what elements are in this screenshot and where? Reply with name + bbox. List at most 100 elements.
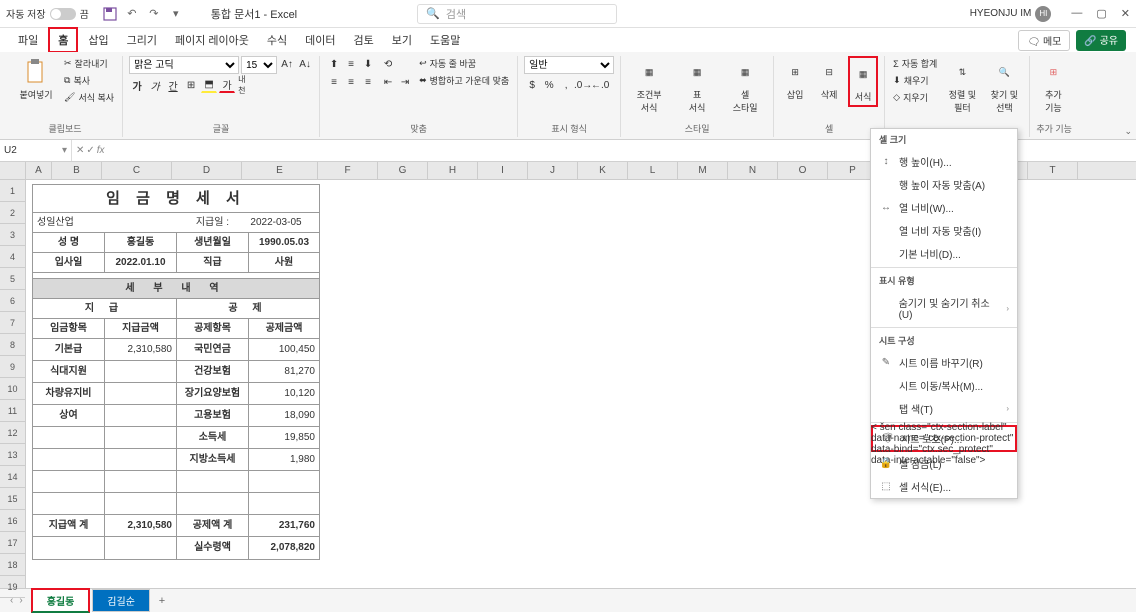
insert-cells-button[interactable]: ⊞삽입 [780, 56, 810, 103]
maximize-icon[interactable]: ▢ [1096, 7, 1106, 20]
align-bottom-icon[interactable]: ⬇ [360, 56, 376, 72]
row-header-13[interactable]: 13 [0, 444, 25, 466]
font-name-select[interactable]: 맑은 고딕 [129, 56, 239, 74]
orientation-icon[interactable]: ⟲ [380, 56, 396, 72]
col-header-I[interactable]: I [478, 162, 528, 179]
autosave-toggle[interactable]: 자동 저장 끔 [6, 6, 89, 21]
number-format-select[interactable]: 일반 [524, 56, 614, 74]
col-header-F[interactable]: F [318, 162, 378, 179]
col-header-C[interactable]: C [102, 162, 172, 179]
copy-button[interactable]: ⧉복사 [62, 73, 116, 88]
clear-button[interactable]: ◇지우기 [891, 90, 939, 105]
italic-button[interactable]: 가 [147, 77, 163, 93]
row-header-1[interactable]: 1 [0, 180, 25, 202]
percent-icon[interactable]: % [541, 77, 557, 93]
table-format-button[interactable]: ▦표 서식 [675, 56, 719, 116]
fx-icon[interactable]: fx [97, 145, 105, 156]
minimize-icon[interactable]: — [1071, 7, 1082, 20]
tab-data[interactable]: 데이터 [297, 29, 343, 51]
col-header-G[interactable]: G [378, 162, 428, 179]
conditional-format-button[interactable]: ▦조건부 서식 [627, 56, 671, 116]
col-header-H[interactable]: H [428, 162, 478, 179]
row-header-18[interactable]: 18 [0, 554, 25, 576]
format-painter-button[interactable]: 🖌서식 복사 [62, 90, 116, 105]
ctx-autofit-row[interactable]: 행 높이 자동 맞춤(A) [871, 173, 1017, 196]
row-header-9[interactable]: 9 [0, 356, 25, 378]
col-header-N[interactable]: N [728, 162, 778, 179]
redo-icon[interactable]: ↷ [145, 5, 163, 23]
align-top-icon[interactable]: ⬆ [326, 56, 342, 72]
col-header-B[interactable]: B [52, 162, 102, 179]
undo-icon[interactable]: ↶ [123, 5, 141, 23]
sort-filter-button[interactable]: ⇅정렬 및 필터 [943, 56, 981, 116]
find-select-button[interactable]: 🔍찾기 및 선택 [985, 56, 1023, 116]
comments-button[interactable]: 🗨 메모 [1018, 30, 1070, 51]
ctx-row-height[interactable]: ↕행 높이(H)... [871, 150, 1017, 173]
row-header-16[interactable]: 16 [0, 510, 25, 532]
col-header-E[interactable]: E [242, 162, 318, 179]
col-header-K[interactable]: K [578, 162, 628, 179]
align-left-icon[interactable]: ≡ [326, 74, 342, 90]
cell-styles-button[interactable]: ▦셀 스타일 [723, 56, 767, 116]
ctx-col-width[interactable]: ↔열 너비(W)... [871, 196, 1017, 219]
wrap-text-button[interactable]: ↩자동 줄 바꿈 [417, 56, 511, 71]
sheet-tab-1[interactable]: 홍길동 [31, 588, 91, 613]
decrease-indent-icon[interactable]: ⇤ [380, 74, 396, 90]
row-header-19[interactable]: 19 [0, 576, 25, 598]
name-box[interactable]: U2▾ [0, 140, 72, 161]
row-header-14[interactable]: 14 [0, 466, 25, 488]
align-middle-icon[interactable]: ≡ [343, 56, 359, 72]
tab-insert[interactable]: 삽입 [80, 29, 116, 51]
ribbon-collapse-icon[interactable]: ⌄ [1124, 126, 1132, 137]
enter-formula-icon[interactable]: ✓ [86, 145, 94, 156]
row-header-3[interactable]: 3 [0, 224, 25, 246]
increase-indent-icon[interactable]: ⇥ [397, 74, 413, 90]
col-header-J[interactable]: J [528, 162, 578, 179]
tab-view[interactable]: 보기 [384, 29, 420, 51]
underline-button[interactable]: 간 [165, 77, 181, 93]
font-size-select[interactable]: 15 [241, 56, 277, 74]
row-header-11[interactable]: 11 [0, 400, 25, 422]
row-header-4[interactable]: 4 [0, 246, 25, 268]
comma-icon[interactable]: , [558, 77, 574, 93]
decrease-font-icon[interactable]: A↓ [297, 56, 313, 72]
delete-cells-button[interactable]: ⊟삭제 [814, 56, 844, 103]
currency-icon[interactable]: $ [524, 77, 540, 93]
ctx-format-cells[interactable]: ⬚셀 서식(E)... [871, 475, 1017, 498]
bold-button[interactable]: 가 [129, 77, 145, 93]
col-header-A[interactable]: A [26, 162, 52, 179]
sheet-tab-2[interactable]: 김길순 [92, 589, 150, 612]
ctx-hide-unhide[interactable]: 숨기기 및 숨기기 취소(U)› [871, 291, 1017, 325]
qat-more-icon[interactable]: ▾ [167, 5, 185, 23]
col-header-D[interactable]: D [172, 162, 242, 179]
col-header-L[interactable]: L [628, 162, 678, 179]
ctx-autofit-col[interactable]: 열 너비 자동 맞춤(I) [871, 219, 1017, 242]
ctx-rename-sheet[interactable]: ✎시트 이름 바꾸기(R) [871, 351, 1017, 374]
search-box[interactable]: 🔍 검색 [417, 4, 617, 24]
select-all-corner[interactable] [0, 162, 26, 179]
decrease-decimal-icon[interactable]: ←.0 [592, 77, 608, 93]
row-header-12[interactable]: 12 [0, 422, 25, 444]
format-cells-button[interactable]: ▦서식 [848, 56, 878, 107]
tab-page-layout[interactable]: 페이지 레이아웃 [167, 29, 257, 51]
cancel-formula-icon[interactable]: ✕ [76, 145, 84, 156]
tab-review[interactable]: 검토 [346, 29, 382, 51]
merge-center-button[interactable]: ⬌병합하고 가운데 맞춤 [417, 73, 511, 88]
row-header-7[interactable]: 7 [0, 312, 25, 334]
row-header-6[interactable]: 6 [0, 290, 25, 312]
align-right-icon[interactable]: ≡ [360, 74, 376, 90]
tab-file[interactable]: 파일 [10, 29, 46, 51]
save-icon[interactable] [101, 5, 119, 23]
share-button[interactable]: 🔗 공유 [1076, 30, 1126, 51]
ctx-move-copy[interactable]: 시트 이동/복사(M)... [871, 374, 1017, 397]
tab-home[interactable]: 홈 [48, 27, 78, 53]
row-header-8[interactable]: 8 [0, 334, 25, 356]
fill-color-button[interactable]: ⬒ [201, 77, 217, 93]
fill-button[interactable]: ⬇채우기 [891, 73, 939, 88]
increase-font-icon[interactable]: A↑ [279, 56, 295, 72]
addins-button[interactable]: ⊞추가 기능 [1036, 56, 1070, 116]
ctx-default-width[interactable]: 기본 너비(D)... [871, 242, 1017, 265]
col-header-T[interactable]: T [1028, 162, 1078, 179]
row-header-5[interactable]: 5 [0, 268, 25, 290]
increase-decimal-icon[interactable]: .0→ [575, 77, 591, 93]
